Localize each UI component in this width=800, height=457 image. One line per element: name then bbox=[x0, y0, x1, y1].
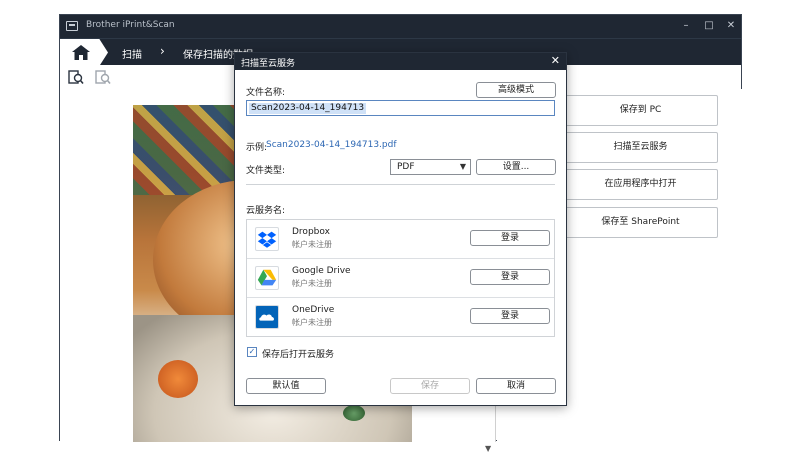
service-row-dropbox: Dropbox 帐户未注册 登录 bbox=[247, 220, 554, 259]
title-bar: Brother iPrint&Scan – □ ✕ bbox=[60, 15, 741, 38]
app-logo-icon bbox=[66, 21, 78, 31]
filename-value: Scan2023-04-14_194713 bbox=[249, 103, 367, 114]
filetype-label: 文件类型: bbox=[246, 166, 286, 176]
close-window-button[interactable]: ✕ bbox=[723, 18, 739, 34]
advanced-mode-button[interactable]: 高级模式 bbox=[476, 82, 556, 98]
open-in-app-button[interactable]: 在应用程序中打开 bbox=[563, 169, 718, 200]
dropdown-arrow-icon: ▼ bbox=[459, 162, 466, 171]
home-icon bbox=[72, 45, 90, 60]
google-drive-icon bbox=[255, 266, 279, 290]
save-to-pc-button[interactable]: 保存到 PC bbox=[563, 95, 718, 126]
divider bbox=[246, 184, 555, 185]
dropbox-login-button[interactable]: 登录 bbox=[470, 230, 550, 246]
settings-button[interactable]: 设置... bbox=[476, 159, 556, 175]
dialog-title-bar: 扫描至云服务 ✕ bbox=[235, 53, 566, 70]
app-title: Brother iPrint&Scan bbox=[86, 20, 175, 30]
zoom-fit-icon[interactable] bbox=[68, 70, 84, 85]
minimize-button[interactable]: – bbox=[678, 18, 694, 34]
save-to-sharepoint-button[interactable]: 保存至 SharePoint bbox=[563, 207, 718, 238]
filename-label: 文件名称: bbox=[246, 88, 286, 98]
onedrive-icon bbox=[255, 305, 279, 329]
filetype-select[interactable]: PDF ▼ bbox=[390, 159, 471, 175]
zoom-page-icon[interactable] bbox=[95, 70, 111, 85]
home-button[interactable] bbox=[60, 39, 108, 66]
dropbox-icon bbox=[255, 227, 279, 251]
open-after-save-checkbox[interactable]: ✓ bbox=[247, 347, 257, 357]
cloud-services-label: 云服务名: bbox=[246, 206, 286, 216]
service-status: 帐户未注册 bbox=[292, 318, 332, 327]
dialog-close-button[interactable]: ✕ bbox=[551, 54, 560, 67]
maximize-button[interactable]: □ bbox=[701, 18, 717, 34]
service-status: 帐户未注册 bbox=[292, 279, 332, 288]
save-button[interactable]: 保存 bbox=[390, 378, 470, 394]
example-label: 示例: bbox=[246, 143, 268, 153]
service-row-google-drive: Google Drive 帐户未注册 登录 bbox=[247, 259, 554, 298]
scan-to-cloud-dialog: 扫描至云服务 ✕ 文件名称: 高级模式 Scan2023-04-14_19471… bbox=[234, 52, 567, 406]
service-name: OneDrive bbox=[292, 305, 335, 315]
cloud-services-list: Dropbox 帐户未注册 登录 Google Drive 帐户未注册 登录 O… bbox=[246, 219, 555, 337]
breadcrumb-scan[interactable]: 扫描 bbox=[122, 46, 142, 61]
filetype-value: PDF bbox=[397, 162, 415, 172]
service-name: Google Drive bbox=[292, 266, 351, 276]
scroll-down-arrow-icon[interactable]: ▼ bbox=[485, 444, 491, 453]
filename-input[interactable]: Scan2023-04-14_194713 bbox=[246, 100, 555, 116]
open-after-save-label: 保存后打开云服务 bbox=[262, 350, 335, 360]
google-drive-login-button[interactable]: 登录 bbox=[470, 269, 550, 285]
breadcrumb-separator-icon: › bbox=[160, 44, 165, 58]
service-name: Dropbox bbox=[292, 227, 330, 237]
example-filename: Scan2023-04-14_194713.pdf bbox=[266, 140, 397, 150]
service-row-onedrive: OneDrive 帐户未注册 登录 bbox=[247, 298, 554, 337]
onedrive-login-button[interactable]: 登录 bbox=[470, 308, 550, 324]
scan-to-cloud-button[interactable]: 扫描至云服务 bbox=[563, 132, 718, 163]
cancel-button[interactable]: 取消 bbox=[476, 378, 556, 394]
dialog-title: 扫描至云服务 bbox=[241, 59, 296, 69]
service-status: 帐户未注册 bbox=[292, 240, 332, 249]
default-values-button[interactable]: 默认值 bbox=[246, 378, 326, 394]
